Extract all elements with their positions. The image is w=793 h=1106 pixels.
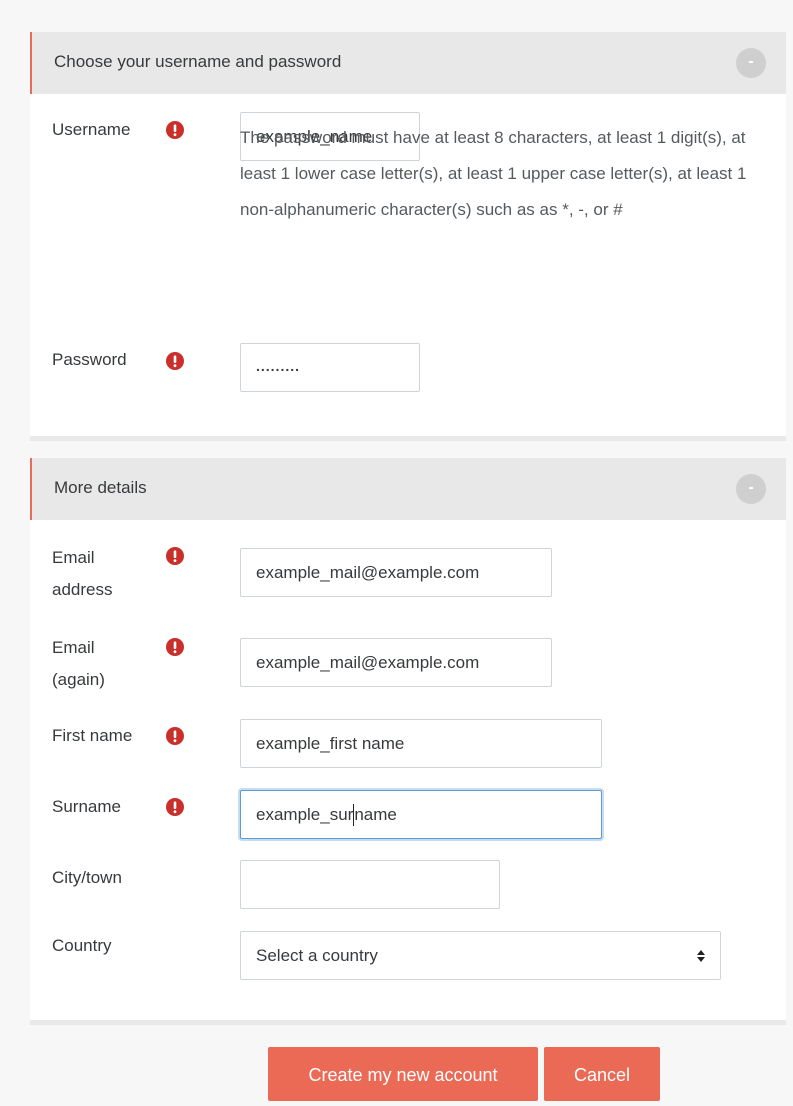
country-label: Country xyxy=(52,936,112,955)
city-label: City/town xyxy=(52,868,122,887)
section-title: Choose your username and password xyxy=(54,52,342,71)
required-icon xyxy=(166,121,184,139)
country-select[interactable]: Select a country xyxy=(240,931,721,980)
surname-input[interactable]: example_surname xyxy=(240,790,602,839)
password-input[interactable]: ......... xyxy=(240,343,420,392)
required-icon xyxy=(166,727,184,745)
more-details-section: More details - Email address example_mai… xyxy=(30,458,786,1025)
required-icon xyxy=(166,352,184,370)
surname-label: Surname xyxy=(52,797,121,816)
password-label: Password xyxy=(52,350,127,369)
select-arrows-icon xyxy=(697,950,705,962)
section-title: More details xyxy=(54,478,147,497)
create-account-button[interactable]: Create my new account xyxy=(268,1047,538,1101)
username-label: Username xyxy=(52,120,131,139)
email-label: Email address xyxy=(52,548,113,599)
city-input[interactable] xyxy=(240,860,500,909)
username-password-section: Choose your username and password - User… xyxy=(30,32,786,441)
required-icon xyxy=(166,798,184,816)
section-header[interactable]: More details - xyxy=(30,458,786,520)
email-again-input[interactable]: example_mail@example.com xyxy=(240,638,552,687)
surname-text-before-cursor: example_sur xyxy=(256,805,354,824)
required-icon xyxy=(166,638,184,656)
required-icon xyxy=(166,547,184,565)
cancel-button[interactable]: Cancel xyxy=(544,1047,660,1101)
first-name-label: First name xyxy=(52,726,133,745)
section-header[interactable]: Choose your username and password - xyxy=(30,32,786,94)
first-name-input[interactable]: example_first name xyxy=(240,719,602,768)
collapse-toggle-button[interactable]: - xyxy=(736,474,766,504)
email-again-label: Email (again) xyxy=(52,638,105,689)
collapse-toggle-button[interactable]: - xyxy=(736,48,766,78)
password-help-text: The password must have at least 8 charac… xyxy=(240,128,747,219)
surname-text-after-cursor: name xyxy=(354,805,397,824)
country-select-value: Select a country xyxy=(256,946,378,965)
email-input[interactable]: example_mail@example.com xyxy=(240,548,552,597)
